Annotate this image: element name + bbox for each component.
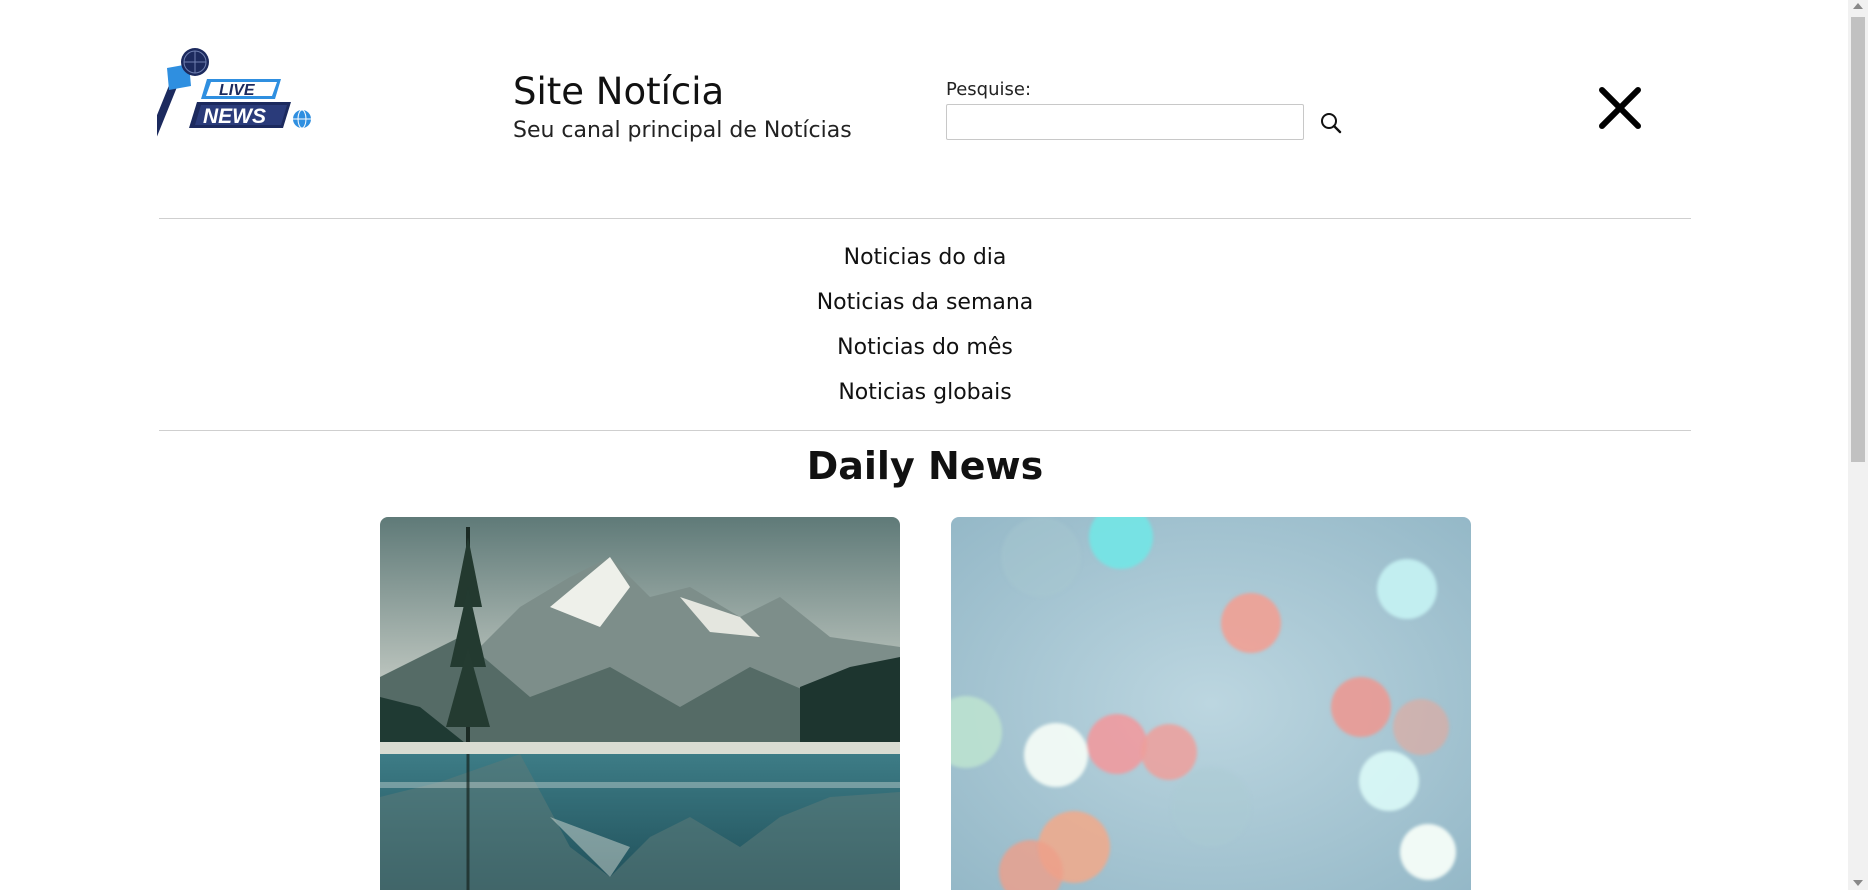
search-button[interactable] <box>1316 108 1346 138</box>
search-input[interactable] <box>946 104 1304 140</box>
mountain-lake-image <box>380 517 900 890</box>
search-label: Pesquise: <box>946 79 1032 100</box>
close-icon <box>1599 87 1641 129</box>
nav-item-noticias-globais[interactable]: Noticias globais <box>159 373 1691 418</box>
vertical-scrollbar[interactable] <box>1848 0 1868 890</box>
scroll-thumb[interactable] <box>1851 17 1865 462</box>
search-icon <box>1321 113 1342 134</box>
section-title: Daily News <box>806 444 1044 488</box>
site-subtitle: Seu canal principal de Notícias <box>513 118 852 143</box>
scroll-down-icon[interactable] <box>1853 880 1863 886</box>
nav-divider <box>159 430 1691 431</box>
nav-item-noticias-da-semana[interactable]: Noticias da semana <box>159 283 1691 328</box>
news-card-bokeh[interactable] <box>951 517 1471 890</box>
header-divider <box>159 218 1691 219</box>
bokeh-lights-image <box>951 517 1471 890</box>
logo-live-text: LIVE <box>219 82 256 99</box>
nav-item-noticias-do-mes[interactable]: Noticias do mês <box>159 328 1691 373</box>
page: LIVE NEWS Site Notícia Seu canal princip… <box>0 0 1848 890</box>
live-news-logo[interactable]: LIVE NEWS <box>147 46 315 152</box>
nav-item-noticias-do-dia[interactable]: Noticias do dia <box>159 238 1691 283</box>
site-title: Site Notícia <box>513 70 725 113</box>
news-card-mountain[interactable] <box>380 517 900 890</box>
main-nav: Noticias do dia Noticias da semana Notic… <box>159 238 1691 418</box>
close-button[interactable] <box>1596 84 1644 132</box>
logo-news-text: NEWS <box>203 105 266 128</box>
scroll-up-icon[interactable] <box>1853 3 1863 9</box>
